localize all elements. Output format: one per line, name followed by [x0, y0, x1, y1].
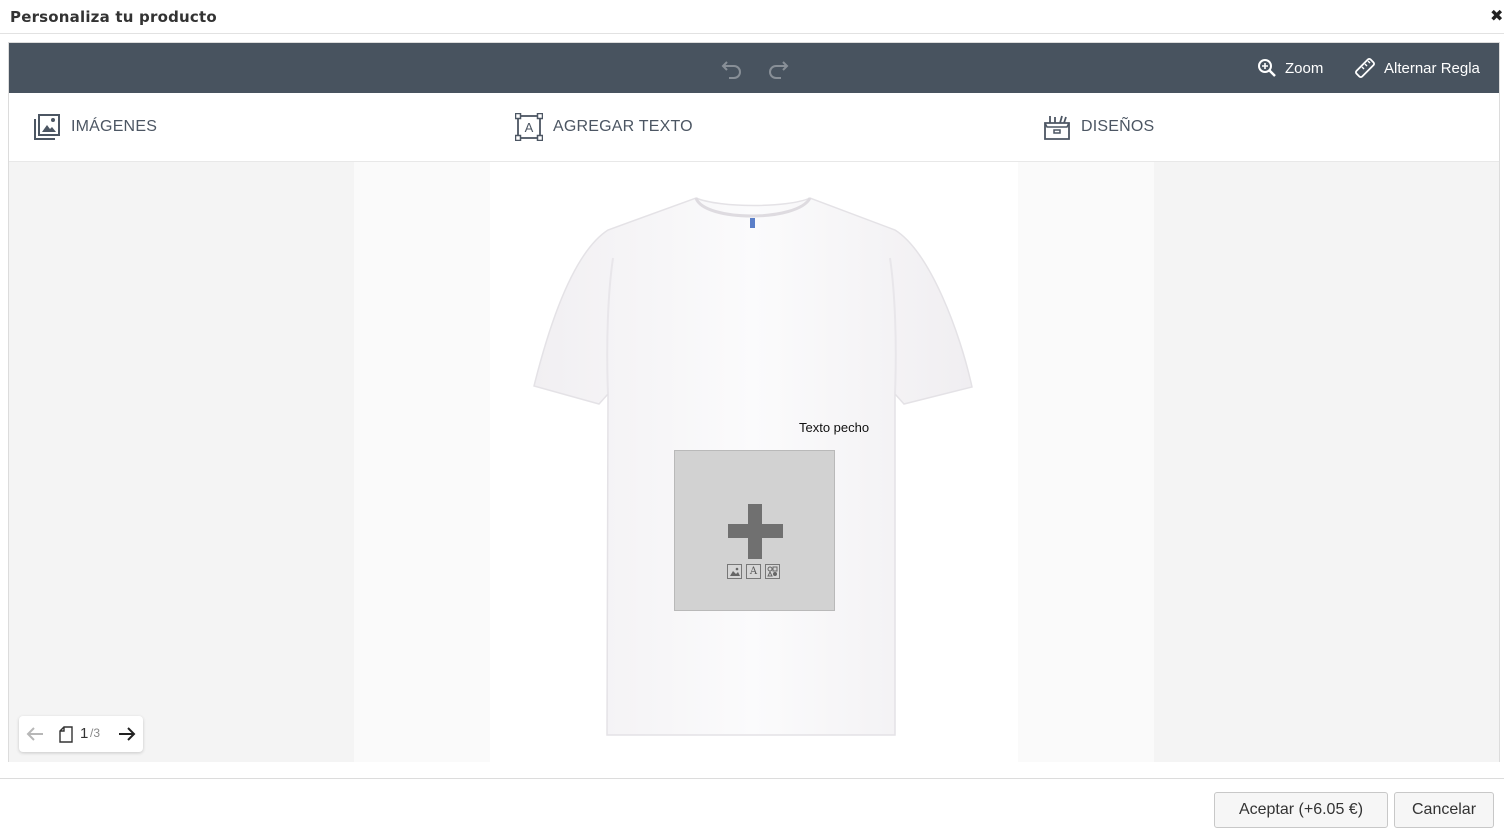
- accept-button[interactable]: Aceptar (+6.05 €): [1214, 792, 1388, 828]
- tab-add-text-label: AGREGAR TEXTO: [553, 118, 693, 135]
- previous-page-button[interactable]: [25, 725, 45, 747]
- redo-icon: [769, 61, 789, 79]
- tool-tabs: IMÁGENES A AGREGAR TEXTO DISEÑOS: [9, 93, 1499, 162]
- plus-icon: [728, 504, 783, 559]
- dialog-title: Personaliza tu producto: [10, 8, 217, 26]
- ruler-label: Alternar Regla: [1384, 59, 1480, 77]
- svg-text:A: A: [525, 120, 534, 135]
- page-navigator: 1 /3: [19, 716, 143, 752]
- clipart-icon: [765, 564, 780, 579]
- arrow-right-icon: [119, 727, 136, 741]
- zoom-label: Zoom: [1285, 59, 1324, 77]
- tab-designs-label: DISEÑOS: [1081, 118, 1155, 135]
- design-canvas: Texto pecho A 1 /3: [9, 162, 1499, 762]
- cancel-button[interactable]: Cancelar: [1394, 792, 1494, 828]
- text-icon: A: [746, 564, 761, 579]
- dialog-header: Personaliza tu producto ✖: [0, 0, 1504, 34]
- dialog-footer: Aceptar (+6.05 €) Cancelar: [0, 778, 1504, 839]
- tab-add-text[interactable]: A AGREGAR TEXTO: [515, 111, 693, 143]
- tab-images-label: IMÁGENES: [71, 118, 158, 135]
- page-icon: [59, 726, 73, 743]
- zoom-button[interactable]: Zoom: [1257, 56, 1323, 80]
- next-page-button[interactable]: [117, 725, 137, 747]
- current-page: 1: [80, 725, 89, 742]
- arrow-left-icon: [26, 727, 43, 741]
- close-icon[interactable]: ✖: [1490, 6, 1504, 26]
- product-editor: Zoom Alternar Regla IMÁGENES A AGREGAR T…: [8, 42, 1500, 762]
- images-icon: [34, 114, 60, 140]
- undo-icon: [721, 61, 741, 79]
- editor-toolbar: Zoom Alternar Regla: [9, 43, 1499, 93]
- toggle-ruler-button[interactable]: Alternar Regla: [1354, 56, 1480, 80]
- chest-text-label: Texto pecho: [799, 420, 870, 435]
- zoom-icon: [1258, 59, 1276, 77]
- total-pages: /3: [90, 726, 101, 740]
- print-area-dropzone[interactable]: A: [674, 450, 835, 611]
- add-text-icon: A: [515, 113, 543, 141]
- designs-icon: [1044, 115, 1070, 140]
- dropzone-icons: A: [727, 564, 780, 579]
- tab-designs[interactable]: DISEÑOS: [1043, 111, 1154, 143]
- undo-button[interactable]: [721, 56, 747, 80]
- ruler-icon: [1355, 58, 1375, 78]
- tab-images[interactable]: IMÁGENES: [33, 111, 157, 143]
- image-icon: [727, 564, 742, 579]
- redo-button[interactable]: [767, 56, 793, 80]
